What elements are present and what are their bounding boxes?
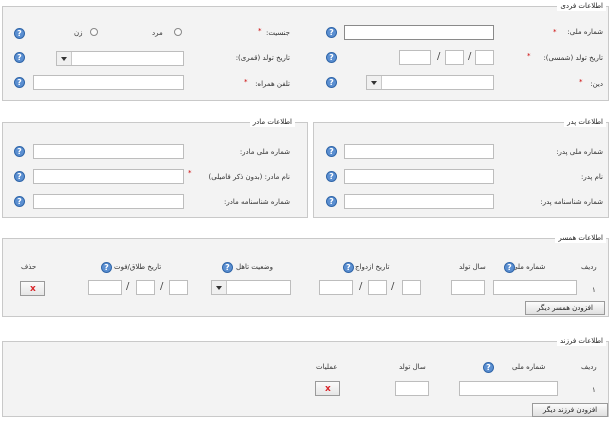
mobile-input[interactable] [33, 75, 184, 90]
father-name-input[interactable] [344, 169, 494, 184]
national-id-label: شماره ملی: [567, 28, 603, 36]
religion-select[interactable] [366, 75, 494, 90]
spouse-col-national-id: شماره ملی [512, 263, 546, 271]
spouse-col-marriage-date: تاریخ ازدواج [355, 263, 390, 271]
date-separator: / [468, 51, 472, 62]
father-name-label: نام پدر: [580, 173, 603, 181]
mother-id-number-label: شماره شناسنامه مادر: [223, 198, 290, 206]
mobile-label: تلفن همراه: [255, 80, 290, 88]
children-row-number: ۱ [592, 386, 596, 394]
birth-date-lunar-select[interactable] [56, 51, 184, 66]
father-id-number-help-icon[interactable]: ? [326, 196, 337, 207]
child-delete-button[interactable]: x [315, 381, 340, 396]
spouse-delete-button[interactable]: x [20, 281, 45, 296]
gender-help-icon[interactable]: ? [14, 28, 25, 39]
spouse-row-number: ۱ [592, 286, 596, 294]
spouse-national-id-input[interactable] [493, 280, 577, 295]
mother-national-id-help-icon[interactable]: ? [14, 146, 25, 157]
gender-label: جنسیت: [265, 29, 290, 37]
add-child-button[interactable]: افزودن فرزند دیگر [532, 403, 608, 417]
child-national-id-input[interactable] [459, 381, 558, 396]
religion-required-mark: * [579, 78, 583, 86]
date-separator: / [126, 281, 130, 292]
mother-info-legend: اطلاعات مادر [249, 117, 295, 127]
spouse-marriage-day-input[interactable] [402, 280, 421, 295]
national-id-required-mark: * [553, 28, 557, 36]
gender-male-radio[interactable] [174, 28, 182, 36]
mobile-help-icon[interactable]: ? [14, 77, 25, 88]
religion-help-icon[interactable]: ? [326, 77, 337, 88]
mobile-required-mark: * [244, 78, 248, 86]
add-spouse-button[interactable]: افزودن همسر دیگر [525, 301, 605, 315]
spouse-info-legend: اطلاعات همسر [555, 233, 606, 243]
mother-id-number-input[interactable] [33, 194, 184, 209]
children-col-row: ردیف [581, 363, 597, 371]
birth-date-lunar-help-icon[interactable]: ? [14, 52, 25, 63]
spouse-national-id-help-icon[interactable]: ? [504, 262, 515, 273]
birth-date-solar-required-mark: * [527, 52, 531, 60]
birth-date-lunar-label: تاریخ تولد (قمری): [235, 54, 290, 62]
spouse-marital-status-select[interactable] [211, 280, 291, 295]
children-info-panel [2, 341, 609, 417]
father-national-id-input[interactable] [344, 144, 494, 159]
mother-name-required-mark: * [188, 169, 192, 177]
spouse-col-birth-year: سال تولد [459, 263, 486, 271]
date-separator: / [437, 51, 441, 62]
gender-male-label: مرد [152, 29, 163, 37]
spouse-divorce-month-input[interactable] [136, 280, 155, 295]
children-info-legend: اطلاعات فرزند [556, 336, 606, 346]
national-id-input[interactable] [344, 25, 494, 40]
father-id-number-input[interactable] [344, 194, 494, 209]
spouse-col-delete: حذف [21, 263, 37, 271]
birth-date-solar-help-icon[interactable]: ? [326, 52, 337, 63]
spouse-divorce-date-help-icon[interactable]: ? [101, 262, 112, 273]
father-name-help-icon[interactable]: ? [326, 171, 337, 182]
chevron-down-icon [367, 76, 382, 89]
children-col-operations: عملیات [316, 363, 338, 371]
father-national-id-help-icon[interactable]: ? [326, 146, 337, 157]
religion-label: دین: [590, 80, 603, 88]
delete-icon: x [325, 384, 331, 394]
father-info-legend: اطلاعات پدر [564, 117, 606, 127]
gender-female-radio[interactable] [90, 28, 98, 36]
spouse-divorce-day-input[interactable] [169, 280, 188, 295]
chevron-down-icon [212, 281, 227, 294]
spouse-marriage-date-help-icon[interactable]: ? [343, 262, 354, 273]
father-national-id-label: شماره ملی پدر: [556, 148, 603, 156]
spouse-marital-status-help-icon[interactable]: ? [222, 262, 233, 273]
child-birth-year-input[interactable] [395, 381, 429, 396]
spouse-divorce-year-input[interactable] [88, 280, 122, 295]
children-col-national-id: شماره ملی [512, 363, 546, 371]
delete-icon: x [30, 284, 36, 294]
personal-info-legend: اطلاعات فردی [557, 1, 606, 11]
spouse-col-row: ردیف [581, 263, 597, 271]
mother-name-help-icon[interactable]: ? [14, 171, 25, 182]
father-id-number-label: شماره شناسنامه پدر: [540, 198, 603, 206]
children-col-birth-year: سال تولد [399, 363, 426, 371]
birth-date-solar-label: تاریخ تولد (شمسی): [543, 54, 603, 62]
date-separator: / [160, 281, 164, 292]
chevron-down-icon [57, 52, 72, 65]
mother-name-label: نام مادر: (بدون ذکر فامیلی) [208, 173, 290, 181]
spouse-col-divorce-date: تاریخ طلاق/فوت [114, 263, 162, 271]
spouse-marriage-year-input[interactable] [319, 280, 353, 295]
spouse-col-marital-status: وضعیت تاهل [236, 263, 273, 271]
national-id-help-icon[interactable]: ? [326, 27, 337, 38]
spouse-marriage-month-input[interactable] [368, 280, 387, 295]
birth-month-input[interactable] [445, 50, 464, 65]
date-separator: / [391, 281, 395, 292]
gender-female-label: زن [74, 29, 83, 37]
mother-national-id-label: شماره ملی مادر: [239, 148, 290, 156]
mother-national-id-input[interactable] [33, 144, 184, 159]
date-separator: / [359, 281, 363, 292]
gender-required-mark: * [258, 27, 262, 35]
mother-name-input[interactable] [33, 169, 184, 184]
spouse-birth-year-input[interactable] [451, 280, 485, 295]
spouse-info-panel [2, 238, 609, 317]
mother-id-number-help-icon[interactable]: ? [14, 196, 25, 207]
children-national-id-help-icon[interactable]: ? [483, 362, 494, 373]
birth-year-input[interactable] [399, 50, 431, 65]
birth-day-input[interactable] [475, 50, 494, 65]
